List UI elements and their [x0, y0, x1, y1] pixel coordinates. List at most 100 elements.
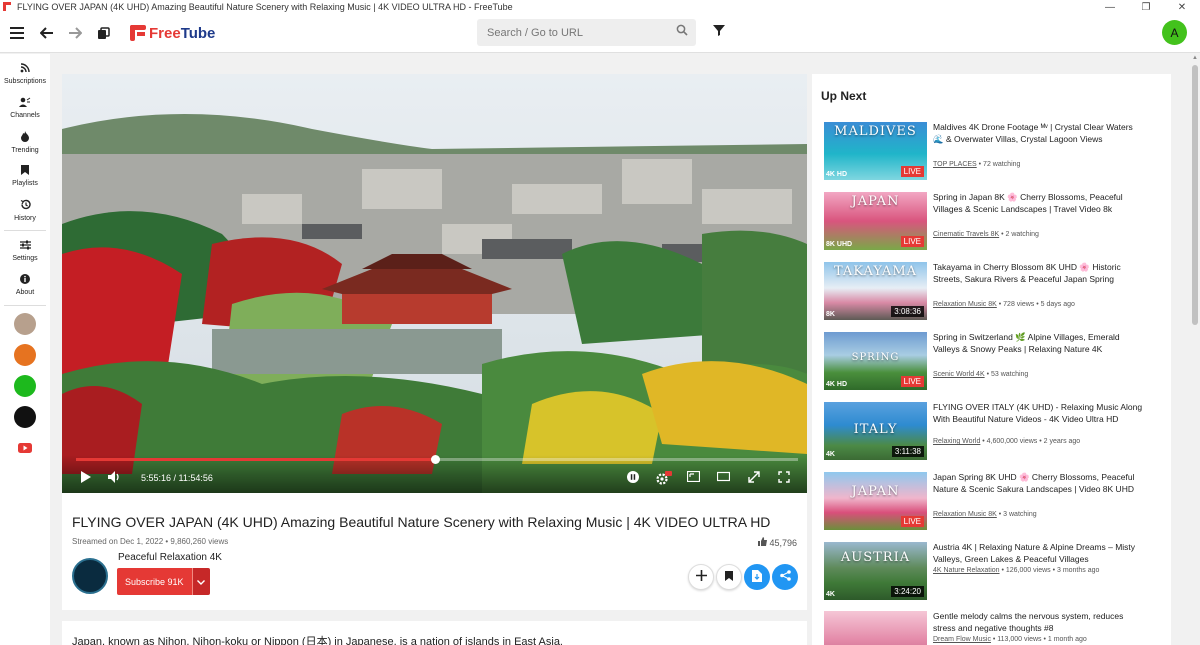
up-next-video-title[interactable]: Spring in Switzerland 🌿 Alpine Villages,… — [933, 332, 1145, 355]
up-next-meta: Relaxation Music 8K • 728 views • 5 days… — [933, 301, 1075, 308]
minimize-button[interactable]: — — [1092, 2, 1128, 13]
subscribe-dropdown-button[interactable] — [191, 568, 210, 595]
add-to-playlist-button[interactable] — [688, 564, 714, 590]
up-next-item[interactable]: MALDIVES 4K HD LIVE Maldives 4K Drone Fo… — [824, 122, 1164, 182]
sidebar-item-playlists[interactable]: Playlists — [0, 159, 50, 193]
video-thumbnail[interactable]: ITALY 4K 3:11:38 — [824, 402, 927, 460]
subscribe-button[interactable]: Subscribe 91K — [117, 568, 192, 595]
sidebar-item-label: Playlists — [12, 180, 38, 187]
subscription-avatar[interactable] — [14, 313, 36, 335]
freetube-logo[interactable]: FreeTube — [130, 25, 215, 42]
share-button[interactable] — [772, 564, 798, 590]
likes-value: 45,796 — [769, 538, 797, 548]
up-next-channel[interactable]: Cinematic Travels 8K — [933, 231, 999, 238]
fullscreen-icon[interactable] — [778, 471, 790, 483]
seek-bar-progress — [76, 458, 435, 461]
expand-icon[interactable] — [748, 471, 760, 483]
pause-circle-icon[interactable] — [627, 471, 639, 483]
up-next-video-title[interactable]: Spring in Japan 8K 🌸 Cherry Blossoms, Pe… — [933, 192, 1145, 215]
sidebar-item-subscriptions[interactable]: Subscriptions — [0, 57, 50, 91]
window-title-bar: FLYING OVER JAPAN (4K UHD) Amazing Beaut… — [0, 0, 1200, 14]
up-next-video-title[interactable]: Maldives 4K Drone Footage ᴹᵛ | Crystal C… — [933, 122, 1145, 145]
sidebar-item-about[interactable]: About — [0, 268, 50, 302]
subscription-avatar[interactable] — [14, 375, 36, 397]
subscription-avatar[interactable] — [14, 406, 36, 428]
sidebar-item-label: Channels — [10, 112, 40, 119]
menu-icon[interactable] — [4, 20, 30, 46]
rss-icon — [20, 63, 30, 76]
close-button[interactable]: ✕ — [1164, 2, 1200, 13]
freetube-logo-mark — [130, 25, 146, 41]
video-thumbnail[interactable]: TAKAYAMA 8K 3:08:36 — [824, 262, 927, 320]
scroll-up-arrow-icon[interactable]: ▲ — [1192, 55, 1198, 61]
up-next-channel[interactable]: Relaxation Music 8K — [933, 511, 997, 518]
up-next-channel[interactable]: 4K Nature Relaxation — [933, 567, 1000, 574]
channel-name[interactable]: Peaceful Relaxation 4K — [118, 552, 222, 563]
subscription-avatar[interactable] — [14, 344, 36, 366]
up-next-item[interactable]: AUSTRIA 4K 3:24:20 Austria 4K | Relaxing… — [824, 542, 1164, 602]
save-button[interactable] — [716, 564, 742, 590]
search-icon[interactable] — [676, 24, 688, 39]
bookmark-icon — [21, 165, 29, 178]
thumbnail-text: TAKAYAMA — [833, 264, 918, 279]
play-icon[interactable] — [80, 471, 91, 483]
sidebar-item-settings[interactable]: Settings — [0, 234, 50, 268]
window-title: FLYING OVER JAPAN (4K UHD) Amazing Beaut… — [17, 2, 513, 12]
forward-arrow-icon[interactable] — [62, 20, 88, 46]
maximize-button[interactable]: ❐ — [1128, 2, 1164, 13]
download-button[interactable] — [744, 564, 770, 590]
up-next-meta: Relaxation Music 8K • 3 watching — [933, 511, 1037, 518]
up-next-video-title[interactable]: Japan Spring 8K UHD 🌸 Cherry Blossoms, P… — [933, 472, 1145, 495]
scrollbar-thumb[interactable] — [1192, 65, 1198, 325]
video-thumbnail[interactable]: MALDIVES 4K HD LIVE — [824, 122, 927, 180]
back-arrow-icon[interactable] — [34, 20, 60, 46]
filter-icon[interactable] — [712, 23, 728, 39]
video-thumbnail[interactable]: SPRING 4K HD LIVE — [824, 332, 927, 390]
freetube-app-icon — [3, 2, 13, 12]
volume-icon[interactable] — [108, 471, 121, 483]
up-next-panel: Up Next MALDIVES 4K HD LIVE Maldives 4K … — [812, 74, 1171, 645]
sidebar-item-trending[interactable]: Trending — [0, 125, 50, 159]
up-next-item[interactable]: JAPAN 8K UHD LIVE Spring in Japan 8K 🌸 C… — [824, 192, 1164, 252]
search-input[interactable]: Search / Go to URL — [477, 19, 696, 46]
up-next-item[interactable]: SPRING 4K HD LIVE Spring in Switzerland … — [824, 332, 1164, 392]
seek-bar-handle[interactable] — [430, 455, 440, 464]
time-display: 5:55:16 / 11:54:56 — [141, 473, 213, 483]
up-next-channel[interactable]: Scenic World 4K — [933, 371, 985, 378]
video-streamed-info: Streamed on Dec 1, 2022 • 9,860,260 view… — [72, 537, 229, 546]
youtube-icon[interactable] — [14, 437, 36, 459]
page-scrollbar[interactable]: ▲ — [1190, 53, 1200, 645]
up-next-video-title[interactable]: Takayama in Cherry Blossom 8K UHD 🌸 Hist… — [933, 262, 1145, 285]
settings-hd-icon[interactable] — [656, 471, 672, 485]
up-next-channel[interactable]: TOP PLACES — [933, 161, 977, 168]
up-next-video-title[interactable]: Austria 4K | Relaxing Nature & Alpine Dr… — [933, 542, 1145, 565]
up-next-item[interactable]: TAKAYAMA 8K 3:08:36 Takayama in Cherry B… — [824, 262, 1164, 322]
up-next-item[interactable]: Gentle melody calms the nervous system, … — [824, 611, 1164, 645]
video-thumbnail[interactable]: JAPAN LIVE — [824, 472, 927, 530]
new-window-icon[interactable] — [90, 20, 116, 46]
up-next-item[interactable]: JAPAN LIVE Japan Spring 8K UHD 🌸 Cherry … — [824, 472, 1164, 532]
sidebar-item-history[interactable]: History — [0, 193, 50, 227]
video-thumbnail[interactable] — [824, 611, 927, 645]
up-next-channel[interactable]: Relaxing World — [933, 438, 980, 445]
up-next-channel[interactable]: Dream Flow Music — [933, 636, 991, 643]
profile-avatar[interactable]: A — [1162, 20, 1187, 45]
miniplayer-icon[interactable] — [687, 471, 700, 482]
up-next-meta: TOP PLACES • 72 watching — [933, 161, 1021, 168]
up-next-item[interactable]: ITALY 4K 3:11:38 FLYING OVER ITALY (4K U… — [824, 402, 1164, 462]
duration-badge: 3:08:36 — [891, 306, 924, 317]
up-next-video-title[interactable]: FLYING OVER ITALY (4K UHD) - Relaxing Mu… — [933, 402, 1145, 425]
theater-mode-icon[interactable] — [717, 471, 730, 482]
sidebar-item-label: Settings — [12, 255, 38, 262]
up-next-video-title[interactable]: Gentle melody calms the nervous system, … — [933, 611, 1145, 634]
seek-bar[interactable] — [76, 455, 798, 464]
search-placeholder: Search / Go to URL — [487, 26, 583, 39]
channel-avatar[interactable] — [72, 558, 108, 594]
video-thumbnail[interactable]: JAPAN 8K UHD LIVE — [824, 192, 927, 250]
video-thumbnail[interactable]: AUSTRIA 4K 3:24:20 — [824, 542, 927, 600]
channels-icon — [19, 97, 31, 110]
sidebar-item-channels[interactable]: Channels — [0, 91, 50, 125]
resolution-badge: 4K HD — [826, 171, 848, 178]
up-next-channel[interactable]: Relaxation Music 8K — [933, 301, 997, 308]
video-player[interactable]: 5:55:16 / 11:54:56 — [62, 74, 807, 493]
